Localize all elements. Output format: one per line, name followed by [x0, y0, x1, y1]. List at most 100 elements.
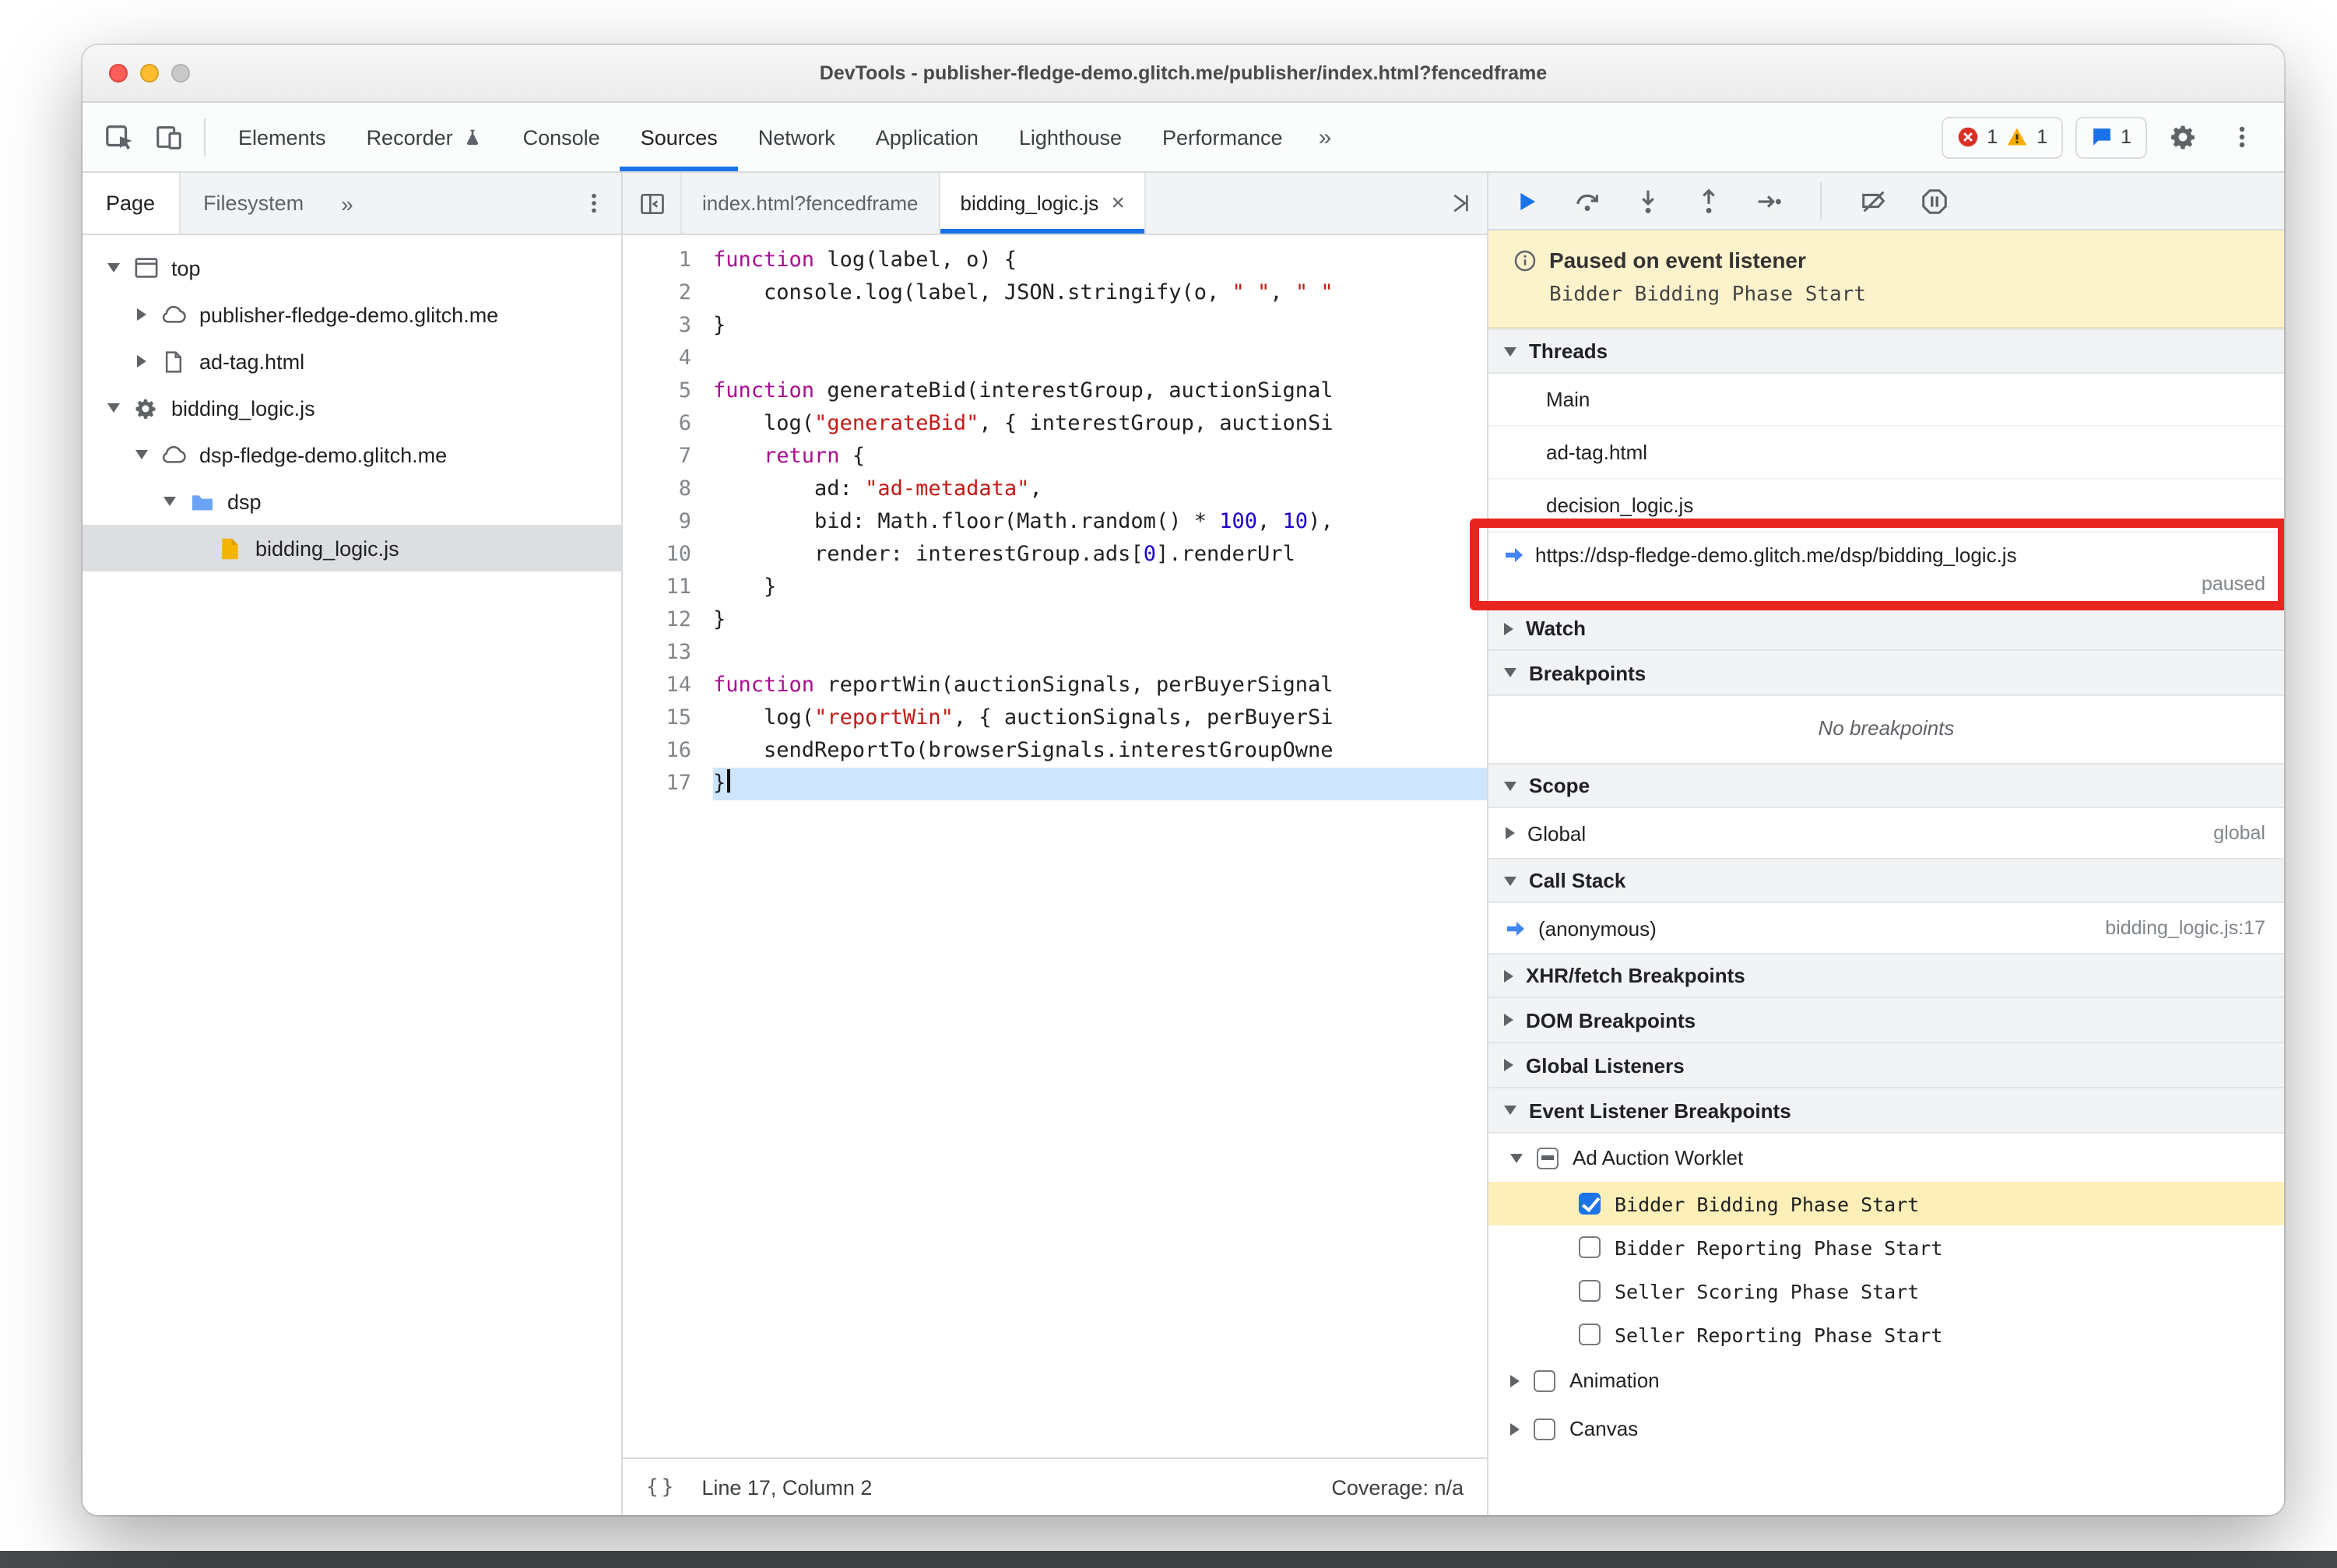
- tab-console[interactable]: Console: [503, 103, 620, 171]
- tab-elements[interactable]: Elements: [218, 103, 346, 171]
- tab-performance[interactable]: Performance: [1142, 103, 1303, 171]
- code-line[interactable]: 7 return {: [623, 441, 1487, 473]
- code-line[interactable]: 17}: [623, 768, 1487, 800]
- chevron-right-icon[interactable]: [136, 308, 146, 321]
- section-event-listener-breakpoints[interactable]: Event Listener Breakpoints: [1488, 1088, 2284, 1134]
- code-line[interactable]: 12}: [623, 604, 1487, 637]
- code-line[interactable]: 11 }: [623, 571, 1487, 604]
- code-line[interactable]: 3}: [623, 310, 1487, 343]
- errors-warnings-badge[interactable]: 1 1: [1942, 116, 2064, 158]
- checkbox-unchecked[interactable]: [1579, 1324, 1601, 1345]
- code-line[interactable]: 14 function reportWin(auctionSignals, per…: [623, 670, 1487, 702]
- line-number[interactable]: 16: [623, 735, 713, 768]
- code-line[interactable]: 13: [623, 637, 1487, 670]
- section-call-stack[interactable]: Call Stack: [1488, 858, 2284, 903]
- checkbox-unchecked[interactable]: [1579, 1280, 1601, 1302]
- event-bidder-reporting-phase-start[interactable]: Bidder Reporting Phase Start: [1488, 1225, 2284, 1269]
- line-number[interactable]: 10: [623, 539, 713, 571]
- category-ad-auction-worklet[interactable]: Ad Auction Worklet: [1488, 1134, 2284, 1182]
- pretty-print-icon[interactable]: {}: [646, 1475, 676, 1499]
- code-line[interactable]: 5 function generateBid(interestGroup, auc…: [623, 375, 1487, 408]
- editor-tab-index-html[interactable]: index.html?fencedframe: [682, 173, 940, 234]
- section-threads[interactable]: Threads: [1488, 329, 2284, 374]
- navigator-menu-icon[interactable]: [582, 192, 621, 215]
- line-number[interactable]: 4: [623, 343, 713, 375]
- tree-item-top[interactable]: top: [83, 244, 621, 291]
- category-canvas[interactable]: Canvas: [1488, 1405, 2284, 1453]
- pause-on-exceptions-icon[interactable]: [1915, 182, 1952, 220]
- zoom-window-button[interactable]: [171, 64, 190, 83]
- code-line[interactable]: 6 log("generateBid", { interestGroup, au…: [623, 408, 1487, 441]
- deactivate-breakpoints-icon[interactable]: [1854, 182, 1892, 220]
- thread-item-bidding-logic[interactable]: https://dsp-fledge-demo.glitch.me/dsp/bi…: [1470, 519, 2284, 610]
- section-dom-breakpoints[interactable]: DOM Breakpoints: [1488, 998, 2284, 1043]
- code-line[interactable]: 2 console.log(label, JSON.stringify(o, "…: [623, 277, 1487, 310]
- issues-badge[interactable]: 1: [2075, 116, 2147, 158]
- code-line[interactable]: 9 bid: Math.floor(Math.random() * 100, 1…: [623, 506, 1487, 539]
- tab-application[interactable]: Application: [856, 103, 999, 171]
- code-line[interactable]: 4: [623, 343, 1487, 375]
- code-line[interactable]: 1 function log(label, o) {: [623, 244, 1487, 277]
- section-breakpoints[interactable]: Breakpoints: [1488, 651, 2284, 696]
- code-line[interactable]: 15 log("reportWin", { auctionSignals, pe…: [623, 702, 1487, 735]
- code-line[interactable]: 10 render: interestGroup.ads[0].renderUr…: [623, 539, 1487, 571]
- checkbox-unchecked[interactable]: [1534, 1369, 1555, 1391]
- chevron-down-icon[interactable]: [107, 403, 119, 413]
- close-tab-icon[interactable]: ×: [1111, 192, 1125, 215]
- line-number[interactable]: 12: [623, 604, 713, 637]
- tree-item-dsp-domain[interactable]: dsp-fledge-demo.glitch.me: [83, 431, 621, 478]
- navigator-toggle-icon[interactable]: [623, 173, 682, 234]
- tab-lighthouse[interactable]: Lighthouse: [999, 103, 1142, 171]
- call-stack-frame[interactable]: (anonymous) bidding_logic.js:17: [1488, 903, 2284, 953]
- more-options-icon[interactable]: [2219, 114, 2265, 160]
- line-number[interactable]: 15: [623, 702, 713, 735]
- thread-item-ad-tag[interactable]: ad-tag.html: [1488, 427, 2284, 480]
- section-xhr-breakpoints[interactable]: XHR/fetch Breakpoints: [1488, 953, 2284, 998]
- settings-gear-icon[interactable]: [2160, 114, 2206, 160]
- line-number[interactable]: 7: [623, 441, 713, 473]
- tab-network[interactable]: Network: [738, 103, 856, 171]
- step-out-icon[interactable]: [1689, 182, 1727, 220]
- line-number[interactable]: 2: [623, 277, 713, 310]
- tree-item-bidding-logic-worklet[interactable]: bidding_logic.js: [83, 385, 621, 431]
- step-icon[interactable]: [1750, 182, 1787, 220]
- tree-item-publisher-domain[interactable]: publisher-fledge-demo.glitch.me: [83, 291, 621, 338]
- event-seller-reporting-phase-start[interactable]: Seller Reporting Phase Start: [1488, 1313, 2284, 1356]
- line-number[interactable]: 3: [623, 310, 713, 343]
- step-over-icon[interactable]: [1568, 182, 1605, 220]
- scope-global-row[interactable]: Global global: [1488, 808, 2284, 858]
- section-watch[interactable]: Watch: [1488, 606, 2284, 651]
- line-number[interactable]: 8: [623, 473, 713, 506]
- inspect-icon[interactable]: [95, 114, 142, 160]
- checkbox-unchecked[interactable]: [1534, 1418, 1555, 1440]
- line-number[interactable]: 11: [623, 571, 713, 604]
- event-seller-scoring-phase-start[interactable]: Seller Scoring Phase Start: [1488, 1269, 2284, 1313]
- code-line[interactable]: 16 sendReportTo(browserSignals.interestG…: [623, 735, 1487, 768]
- line-number[interactable]: 9: [623, 506, 713, 539]
- line-number[interactable]: 14: [623, 670, 713, 702]
- event-bidder-bidding-phase-start[interactable]: Bidder Bidding Phase Start: [1488, 1182, 2284, 1225]
- line-number[interactable]: 17: [623, 768, 713, 800]
- chevron-down-icon[interactable]: [163, 497, 175, 506]
- checkbox-indeterminate[interactable]: [1537, 1147, 1559, 1169]
- chevron-down-icon[interactable]: [135, 450, 147, 459]
- chevron-down-icon[interactable]: [107, 263, 119, 272]
- device-toolbar-icon[interactable]: [145, 114, 192, 160]
- tree-item-bidding-logic-file[interactable]: bidding_logic.js: [83, 525, 621, 571]
- code-editor[interactable]: 1 function log(label, o) {2 console.log(l…: [623, 235, 1487, 1457]
- editor-overflow-icon[interactable]: [1431, 173, 1487, 234]
- editor-tab-bidding-logic[interactable]: bidding_logic.js ×: [940, 173, 1147, 234]
- resume-script-icon[interactable]: [1507, 182, 1545, 220]
- minimize-window-button[interactable]: [140, 64, 159, 83]
- window-titlebar[interactable]: DevTools - publisher-fledge-demo.glitch.…: [83, 45, 2284, 103]
- code-line[interactable]: 8 ad: "ad-metadata",: [623, 473, 1487, 506]
- line-number[interactable]: 1: [623, 244, 713, 277]
- thread-item-main[interactable]: Main: [1488, 374, 2284, 427]
- category-animation[interactable]: Animation: [1488, 1356, 2284, 1405]
- tab-recorder[interactable]: Recorder: [346, 103, 503, 171]
- more-navigator-tabs-button[interactable]: »: [327, 191, 367, 216]
- more-tabs-button[interactable]: »: [1303, 103, 1348, 171]
- line-number[interactable]: 6: [623, 408, 713, 441]
- tree-item-dsp-folder[interactable]: dsp: [83, 478, 621, 525]
- chevron-right-icon[interactable]: [136, 355, 146, 367]
